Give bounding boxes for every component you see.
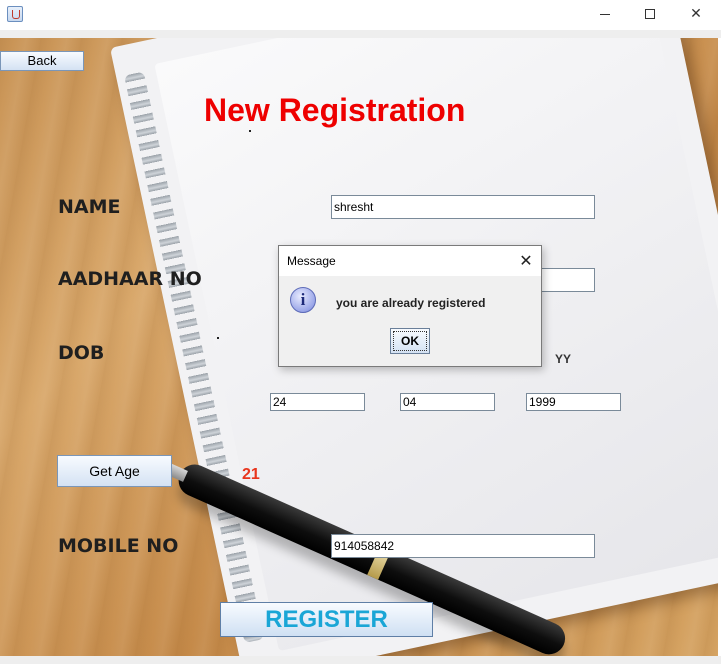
close-window-button[interactable]: ✕ [673,0,719,30]
information-icon: i [290,287,316,313]
mobile-field[interactable]: 914058842 [331,534,595,558]
stray-dot [217,337,219,339]
close-icon: ✕ [690,6,702,22]
stray-dot [249,130,251,132]
maximize-icon [645,9,655,19]
dob-month-field[interactable]: 04 [400,393,495,411]
dob-year-field[interactable]: 1999 [526,393,621,411]
mobile-label: MOBILE NO [58,535,179,557]
page-title: New Registration [204,92,466,128]
aadhaar-label: AADHAAR NO [58,268,202,290]
close-icon: ✕ [519,251,533,270]
dob-day-field[interactable]: 24 [270,393,365,411]
minimize-button[interactable] [582,0,628,30]
dialog-titlebar: Message ✕ [279,246,541,276]
content-top-border [0,30,721,38]
minimize-icon [600,13,610,15]
message-dialog: Message ✕ i you are already registered O… [278,245,542,367]
back-button[interactable]: Back [0,51,84,71]
window-titlebar: ✕ [0,0,721,30]
get-age-button[interactable]: Get Age [57,455,172,487]
dialog-title: Message [287,254,336,268]
name-field[interactable]: shresht [331,195,595,219]
yy-label: YY [555,352,572,366]
aadhaar-field[interactable] [540,268,595,292]
dialog-close-button[interactable]: ✕ [515,250,537,272]
register-button[interactable]: REGISTER [220,602,433,637]
java-app-icon [7,6,23,22]
ok-button[interactable]: OK [390,328,430,354]
maximize-button[interactable] [627,0,673,30]
dialog-message: you are already registered [336,296,486,310]
name-label: NAME [58,196,121,218]
content-bottom-border [0,656,721,664]
age-value: 21 [242,466,260,483]
dob-label: DOB [58,342,105,364]
